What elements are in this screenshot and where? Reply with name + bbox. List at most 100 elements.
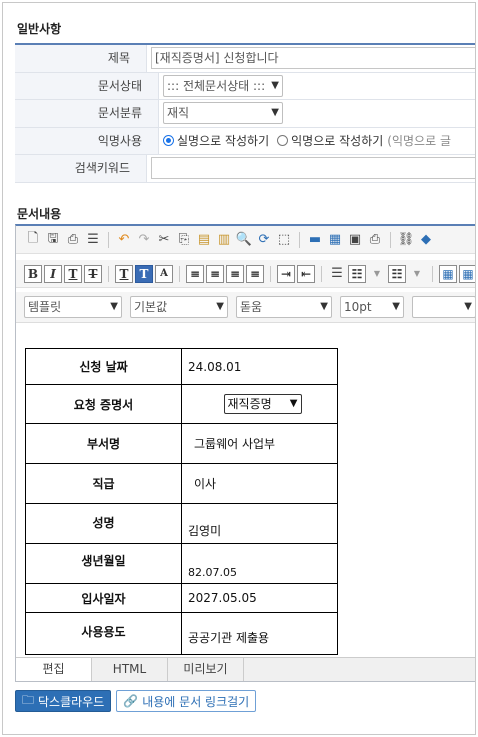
tab-edit[interactable]: 편집 xyxy=(16,658,92,681)
new-document-icon[interactable]: 🗋 xyxy=(24,231,42,249)
page-break-icon[interactable]: ☰ xyxy=(84,231,102,249)
line-height-icon[interactable]: ☰ xyxy=(328,265,346,283)
chevron-down-icon[interactable]: ▼ xyxy=(408,265,426,283)
insert-layer-icon[interactable]: ▬ xyxy=(306,231,324,249)
copy-icon[interactable]: ⎘ xyxy=(175,231,193,249)
rich-text-editor: 🗋 🖫 ⎙ ☰ ↶ ↷ ✂ ⎘ ▤ ▥ 🔍 ⟳ ⬚ ▬ ▦ ▣ ⎙ ⛓ ◆ B … xyxy=(15,224,475,682)
toolbar-separator xyxy=(270,265,271,282)
chevron-down-icon: ▼ xyxy=(110,301,118,312)
toolbar-separator xyxy=(108,265,109,282)
align-justify-icon[interactable]: ≡ xyxy=(246,264,264,283)
link-icon: 🔗 xyxy=(123,694,139,708)
bold-icon[interactable]: B xyxy=(24,264,42,283)
table-value: 공공기관 제출용 xyxy=(181,612,338,655)
radio-anonymous[interactable] xyxy=(277,135,289,147)
outdent-icon[interactable]: ⇤ xyxy=(297,264,315,283)
indent-icon[interactable]: ⇥ xyxy=(277,264,295,283)
chevron-down-icon: ▼ xyxy=(271,79,279,91)
chevron-down-icon: ▼ xyxy=(392,301,400,312)
link-document-button[interactable]: 🔗 내용에 문서 링크걸기 xyxy=(116,690,257,712)
paste-icon[interactable]: ▤ xyxy=(195,231,213,249)
toolbar-separator xyxy=(321,265,322,282)
content-section-title: 문서내용 xyxy=(17,207,62,221)
select-all-icon[interactable]: ⬚ xyxy=(275,231,293,249)
keyword-label: 검색키워드 xyxy=(15,155,147,182)
template-select-value: 템플릿 xyxy=(28,300,62,314)
chevron-down-icon[interactable]: ▼ xyxy=(368,265,386,283)
link-icon[interactable]: ⛓ xyxy=(397,231,415,249)
align-left-icon[interactable]: ≡ xyxy=(186,264,204,283)
docs-cloud-label: 닥스클라우드 xyxy=(38,694,105,709)
chevron-down-icon: ▼ xyxy=(464,301,472,312)
general-section-title: 일반사항 xyxy=(17,22,62,36)
radio-anonymous-label[interactable]: 익명으로 작성하기 xyxy=(291,132,383,149)
find-icon[interactable]: 🔍 xyxy=(235,231,253,249)
radio-real-name[interactable] xyxy=(163,135,174,147)
print-icon[interactable]: ⎙ xyxy=(64,231,82,249)
bottom-actions: 🗀 닥스클라우드 🔗 내용에 문서 링크걸기 xyxy=(15,690,257,712)
redo-icon[interactable]: ↷ xyxy=(135,231,153,249)
table-row: 요청 증명서 재직증명 ▼ xyxy=(25,384,338,424)
status-select[interactable]: ::: 전체문서상태 ::: ▼ xyxy=(163,74,283,97)
insert-file-icon[interactable]: ⎙ xyxy=(366,231,384,249)
font-color-icon[interactable]: T xyxy=(115,264,133,283)
replace-icon[interactable]: ⟳ xyxy=(255,231,273,249)
status-label: 문서상태 xyxy=(15,72,159,99)
table-value: 김영미 xyxy=(181,503,338,544)
save-icon[interactable]: 🖫 xyxy=(44,231,62,249)
docs-cloud-button[interactable]: 🗀 닥스클라우드 xyxy=(15,690,112,712)
underline-icon[interactable]: T xyxy=(64,264,82,283)
radio-real-name-label[interactable]: 실명으로 작성하기 xyxy=(177,132,269,149)
table-row: 생년월일 82.07.05 xyxy=(25,543,338,584)
form-row-keyword: 검색키워드 xyxy=(15,155,475,183)
tab-preview[interactable]: 미리보기 xyxy=(168,658,244,681)
insert-pattern-icon[interactable]: ▦ xyxy=(326,231,344,249)
ordered-list-icon[interactable]: ☷ xyxy=(348,264,366,283)
insert-media-icon[interactable]: ▣ xyxy=(346,231,364,249)
style-select[interactable]: 기본값 ▼ xyxy=(130,296,228,318)
align-center-icon[interactable]: ≡ xyxy=(206,264,224,283)
cut-icon[interactable]: ✂ xyxy=(155,231,173,249)
template-select[interactable]: 템플릿 ▼ xyxy=(24,296,122,318)
table-row: 신청 날짜 24.08.01 xyxy=(25,348,338,385)
table-value: 이사 xyxy=(181,463,338,504)
align-right-icon[interactable]: ≡ xyxy=(226,264,244,283)
strikethrough-icon[interactable]: T xyxy=(84,264,102,283)
table-value: 82.07.05 xyxy=(181,543,338,584)
title-input[interactable]: [재직증명서] 신청합니다 xyxy=(151,47,475,70)
category-select-value: 재직 xyxy=(167,106,190,121)
font-size-select-value: 10pt xyxy=(344,300,372,314)
bookmark-icon[interactable]: ◆ xyxy=(417,231,435,249)
tab-html[interactable]: HTML xyxy=(92,658,168,681)
table-value: 2027.05.05 xyxy=(181,583,338,613)
table-key: 직급 xyxy=(25,463,182,504)
table-row: 직급 이사 xyxy=(25,463,338,504)
link-document-label: 내용에 문서 링크걸기 xyxy=(142,694,250,709)
font-select-value: 돋움 xyxy=(240,300,263,314)
table-value: 24.08.01 xyxy=(181,348,338,385)
editor-mode-tabs: 편집 HTML 미리보기 xyxy=(16,657,475,681)
clear-format-icon[interactable]: A xyxy=(155,264,173,283)
extra-select[interactable]: ▼ xyxy=(412,296,475,318)
paste-special-icon[interactable]: ▥ xyxy=(215,231,233,249)
certificate-type-select[interactable]: 재직증명 ▼ xyxy=(223,394,302,414)
font-select[interactable]: 돋움 ▼ xyxy=(236,296,332,318)
toolbar-separator xyxy=(432,265,433,282)
undo-icon[interactable]: ↶ xyxy=(115,231,133,249)
toolbar-separator xyxy=(299,231,300,248)
editor-content[interactable]: 신청 날짜 24.08.01 요청 증명서 재직증명 ▼ 부서명 그룹웨어 사업부… xyxy=(16,323,475,659)
table-props-icon[interactable]: ▦ xyxy=(459,264,475,283)
form-row-category: 문서분류 재직 ▼ xyxy=(15,100,475,128)
unordered-list-icon[interactable]: ☷ xyxy=(388,264,406,283)
table-row: 부서명 그룹웨어 사업부 xyxy=(25,423,338,464)
font-size-select[interactable]: 10pt ▼ xyxy=(340,296,404,318)
category-select[interactable]: 재직 ▼ xyxy=(163,102,283,125)
insert-table-icon[interactable]: ▦ xyxy=(439,264,457,283)
italic-icon[interactable]: I xyxy=(44,264,62,283)
chevron-down-icon: ▼ xyxy=(271,107,279,119)
table-row: 성명 김영미 xyxy=(25,503,338,544)
table-value: 그룹웨어 사업부 xyxy=(181,423,338,464)
chevron-down-icon: ▼ xyxy=(216,301,224,312)
keyword-input[interactable] xyxy=(151,157,475,180)
highlight-color-icon[interactable]: T xyxy=(135,264,153,283)
